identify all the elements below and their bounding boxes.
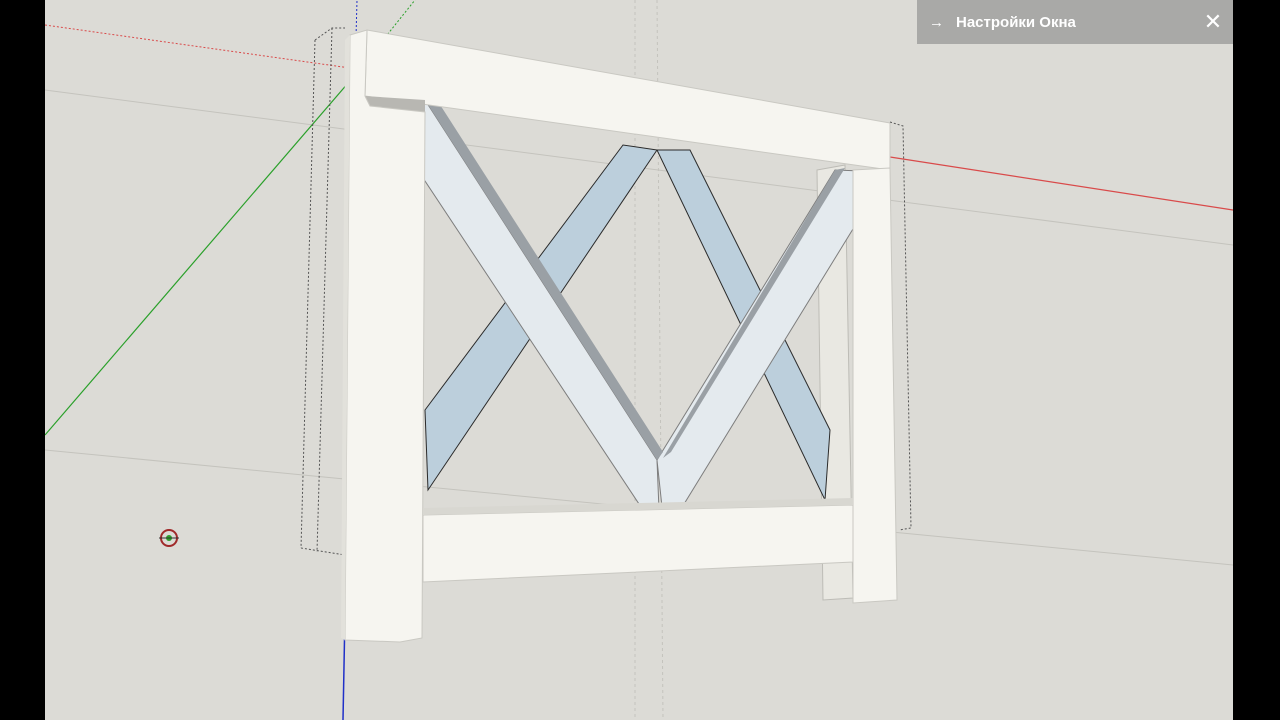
letterbox-right bbox=[1233, 0, 1280, 720]
close-icon[interactable]: ✕ bbox=[1193, 0, 1233, 44]
arrow-right-icon[interactable]: → bbox=[929, 14, 944, 31]
3d-viewport[interactable]: → Настройки Окна ✕ bbox=[45, 0, 1233, 720]
orbit-cursor-icon bbox=[159, 529, 179, 547]
window-frame bbox=[341, 29, 898, 643]
model-canvas[interactable] bbox=[45, 0, 1233, 720]
panel-title: Настройки Окна bbox=[956, 13, 1076, 31]
window-settings-panel-header[interactable]: → Настройки Окна ✕ bbox=[917, 0, 1233, 44]
letterbox-left bbox=[0, 0, 45, 720]
